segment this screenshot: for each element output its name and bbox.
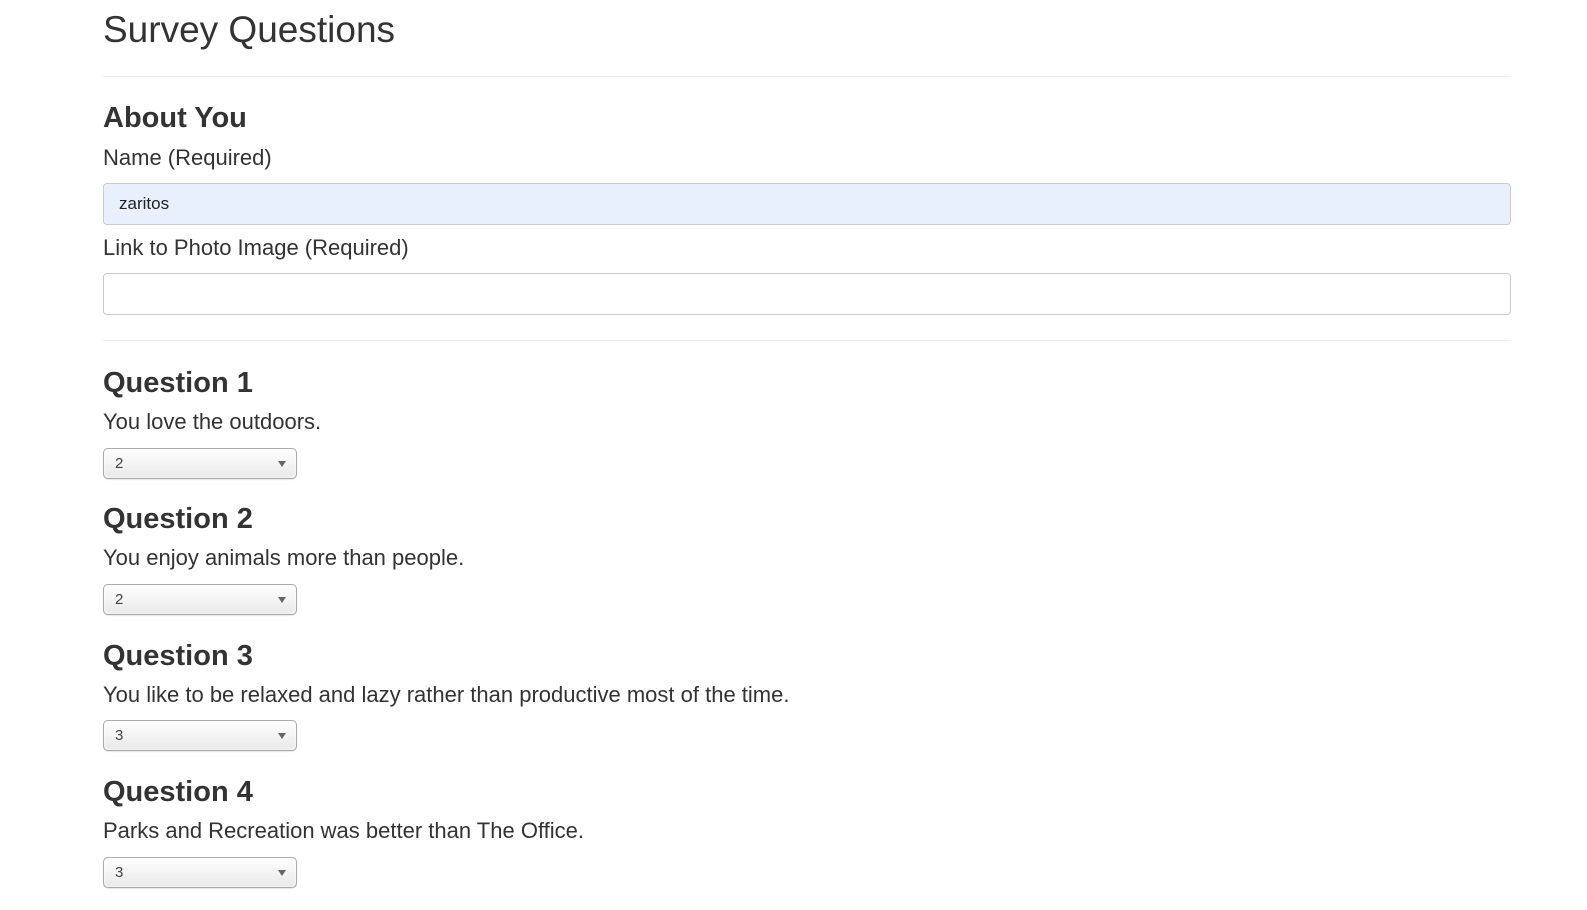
question-1-text: You love the outdoors. — [103, 409, 322, 434]
question-4-text: Parks and Recreation was better than The… — [103, 818, 585, 843]
question-3-select[interactable]: 3 — [103, 720, 297, 751]
question-2-heading: Question 2 — [103, 503, 253, 535]
question-1-heading: Question 1 — [103, 367, 253, 399]
chevron-down-icon — [278, 597, 286, 603]
divider — [103, 340, 1511, 341]
photo-link-input[interactable] — [103, 273, 1511, 315]
question-2-select[interactable]: 2 — [103, 584, 297, 615]
chevron-down-icon — [278, 870, 286, 876]
question-3-text: You like to be relaxed and lazy rather t… — [103, 682, 790, 707]
question-4-select[interactable]: 3 — [103, 857, 297, 888]
about-you-heading: About You — [103, 102, 247, 134]
question-4-heading: Question 4 — [103, 776, 253, 808]
name-label: Name (Required) — [103, 145, 272, 170]
divider — [103, 76, 1511, 77]
question-2-selected-value: 2 — [115, 591, 124, 608]
question-1-selected-value: 2 — [115, 455, 124, 472]
question-1-select[interactable]: 2 — [103, 448, 297, 479]
question-3-selected-value: 3 — [115, 727, 124, 744]
question-4-selected-value: 3 — [115, 864, 124, 881]
question-2-text: You enjoy animals more than people. — [103, 545, 465, 570]
name-input[interactable] — [103, 183, 1511, 225]
chevron-down-icon — [278, 461, 286, 467]
photo-link-label: Link to Photo Image (Required) — [103, 235, 409, 260]
chevron-down-icon — [278, 733, 286, 739]
page-title: Survey Questions — [103, 9, 396, 50]
question-3-heading: Question 3 — [103, 640, 253, 672]
